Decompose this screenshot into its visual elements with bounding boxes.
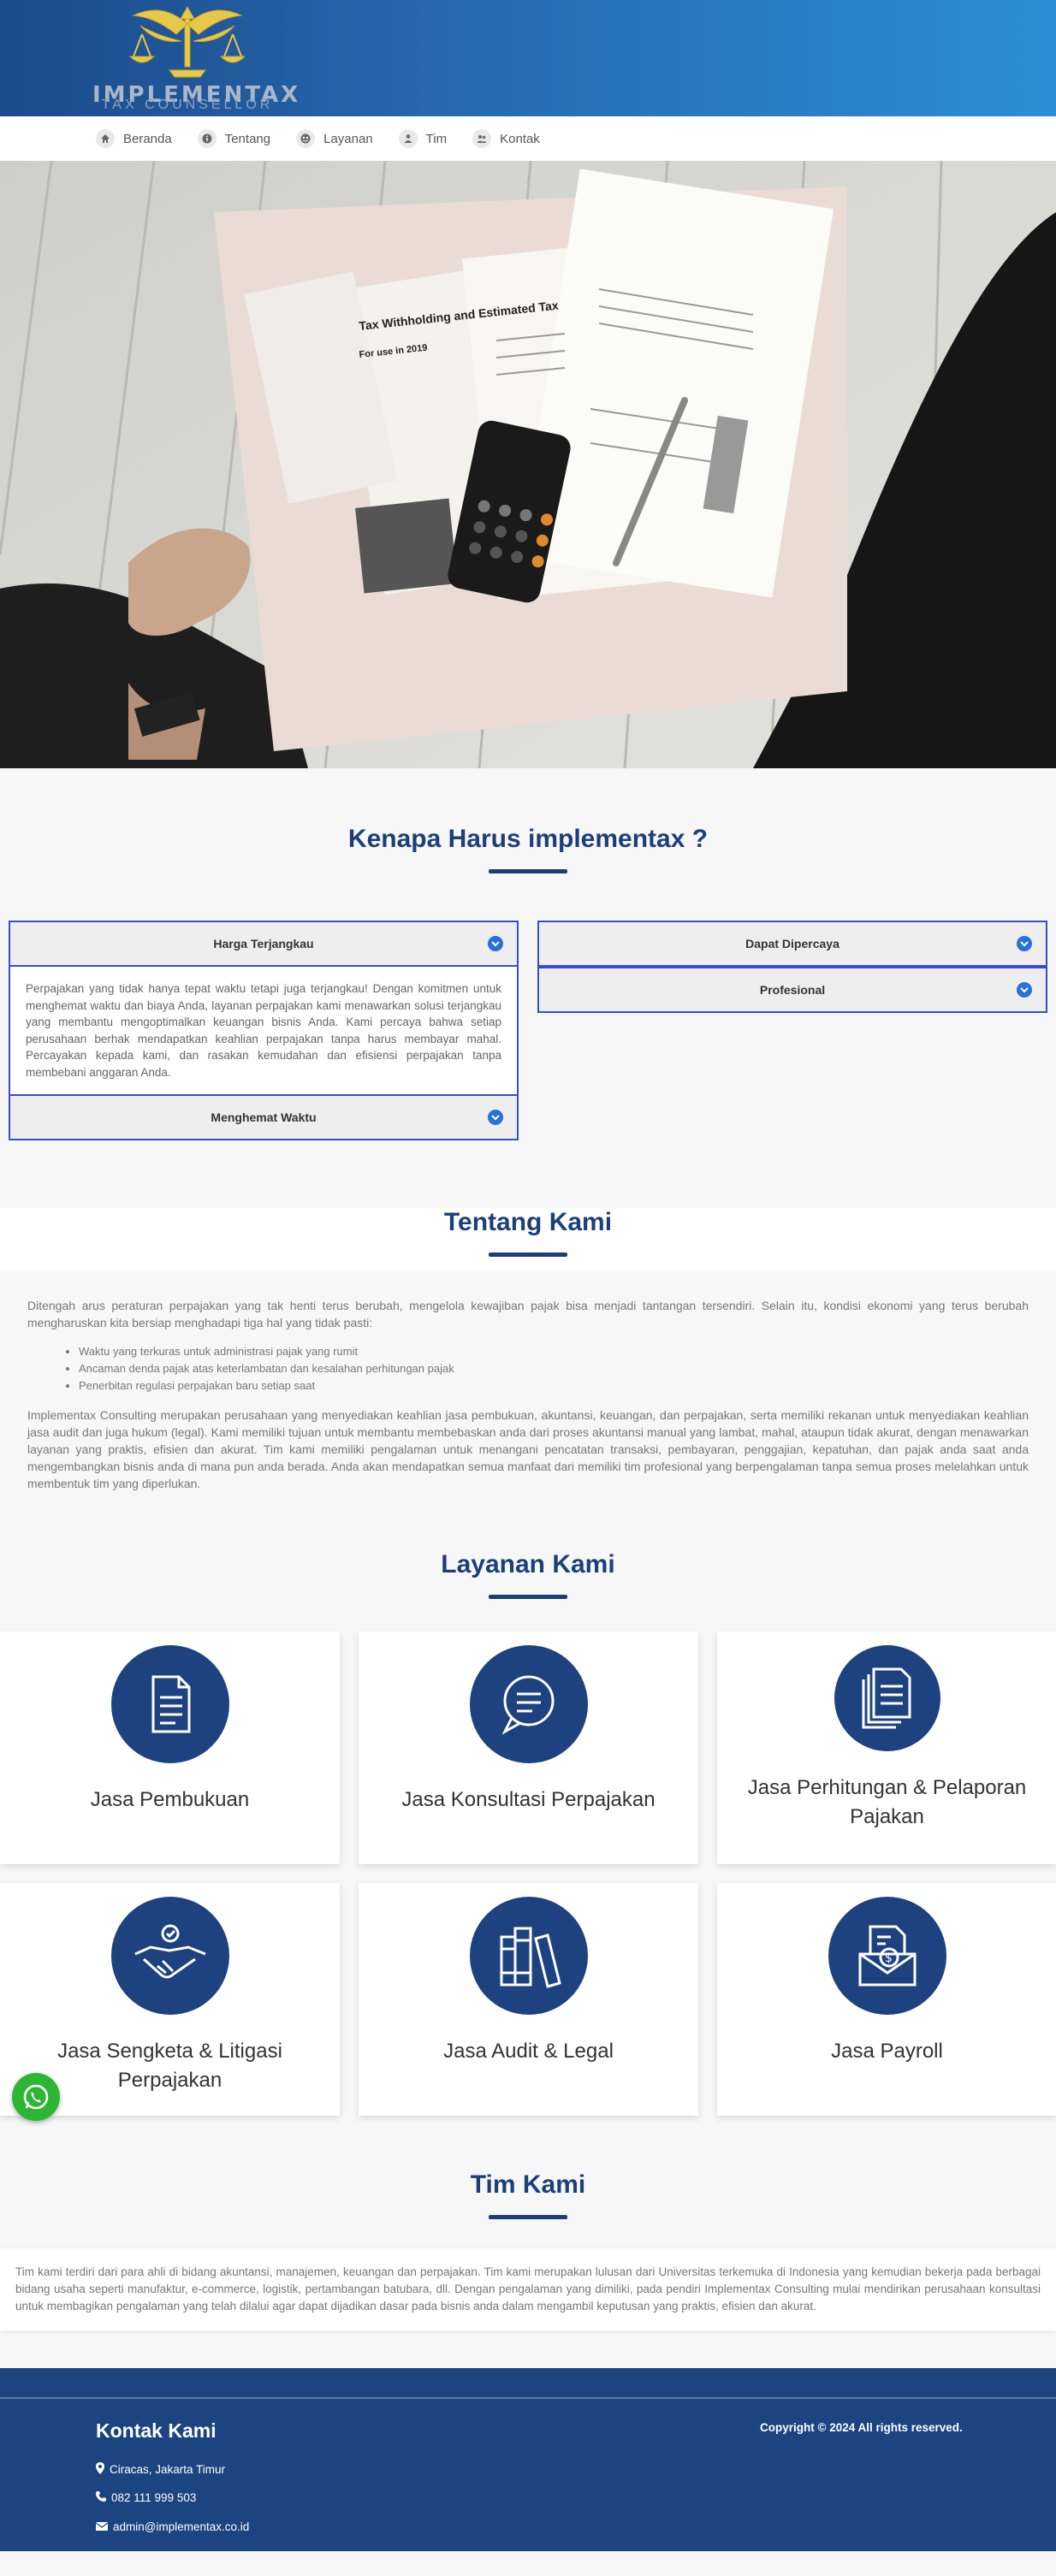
document-icon [110,1645,229,1763]
site-footer: Kontak Kami Copyright © 2024 All rights … [0,2368,1056,2551]
envelope-icon [95,2520,109,2533]
whatsapp-icon [23,2084,49,2110]
service-name: Jasa Audit & Legal [443,2040,614,2063]
copyright: Copyright © 2024 All rights reserved. [760,2421,963,2434]
nav-item-kontak[interactable]: Kontak [472,129,540,148]
service-name: Jasa Payroll [831,2040,943,2063]
footer-phone[interactable]: 082 111 999 503 [96,2491,196,2504]
hero-photo: Tax Withholding and Estimated Tax For us… [0,161,1056,768]
accordion-label: Harga Terjangkau [213,937,314,950]
accordion-body: Perpajakan yang tidak hanya tepat waktu … [9,967,519,1094]
about-title: Tentang Kami [443,1208,613,1236]
handshake-icon [110,1897,229,2015]
service-card-konsultasi[interactable]: Jasa Konsultasi Perpajakan [359,1631,698,1864]
about-points: Waktu yang terkuras untuk administrasi p… [79,1343,1029,1395]
address-text: Ciracas, Jakarta Timur [110,2463,226,2476]
about-header: Tentang Kami [0,1208,1056,1271]
service-name: Jasa Perhitungan & Pelaporan Pajakan [747,1776,1027,1828]
brand-tagline: TAX COUNSELLOR [101,98,274,112]
title-divider [489,1595,567,1599]
site-header: IMPLEMENTAX TAX COUNSELLOR [0,0,1056,116]
phone-icon [96,2491,106,2504]
info-icon [197,129,217,148]
title-divider [489,1252,567,1257]
service-card-perhitungan[interactable]: Jasa Perhitungan & Pelaporan Pajakan [717,1631,1056,1864]
services-icon [296,129,316,148]
nav-label: Layanan [323,131,373,146]
team-description: Tim kami terdiri dari para ahli di bidan… [0,2248,1056,2330]
accordion-profesional[interactable]: Profesional [537,967,1047,1013]
svg-text:$: $ [885,1951,893,1965]
nav-label: Kontak [500,131,540,146]
chevron-down-icon [488,1110,503,1125]
footer-divider [0,2397,1056,2399]
about-body-text: Implementax Consulting merupakan perusah… [27,1408,1029,1490]
about-content: Ditengah arus peraturan perpajakan yang … [0,1271,1056,1492]
service-name: Jasa Konsultasi Perpajakan [401,1788,656,1811]
footer-title: Kontak Kami [96,2419,217,2442]
chevron-down-icon [1017,936,1032,951]
phone-text: 082 111 999 503 [111,2491,197,2504]
list-item: Ancaman denda pajak atas keterlambatan d… [79,1360,1029,1377]
list-item: Penerbitan regulasi perpajakan baru seti… [79,1377,1029,1395]
whatsapp-button[interactable] [12,2073,60,2121]
brand-logo[interactable]: IMPLEMENTAX TAX COUNSELLOR [92,0,298,116]
hero-image: Tax Withholding and Estimated Tax For us… [0,161,1056,768]
nav-label: Beranda [123,131,172,146]
accordion-harga-terjangkau[interactable]: Harga Terjangkau [9,921,519,967]
nav-item-tentang[interactable]: Tentang [197,129,271,148]
about-intro: Ditengah arus peraturan perpajakan yang … [27,1299,1029,1329]
chevron-down-icon [488,936,503,951]
accordion-dapat-dipercaya[interactable]: Dapat Dipercaya [537,921,1047,967]
nav-item-tim[interactable]: Tim [398,129,448,148]
accordion-label: Profesional [759,983,826,997]
footer-email[interactable]: admin@implementax.co.id [95,2520,250,2533]
nav-item-beranda[interactable]: Beranda [96,129,172,148]
title-divider [489,869,567,873]
accordion-right: Dapat Dipercaya Profesional [537,921,1047,1013]
nav-label: Tim [425,131,448,146]
nav-item-layanan[interactable]: Layanan [296,129,373,148]
email-text: admin@implementax.co.id [113,2520,250,2533]
map-pin-icon [96,2462,104,2477]
chevron-down-icon [1017,982,1032,998]
footer-address: Ciracas, Jakarta Timur [96,2462,225,2477]
service-card-payroll[interactable]: $ Jasa Payroll [717,1883,1056,2116]
why-title: Kenapa Harus implementax ? [347,825,709,853]
why-section: Kenapa Harus implementax ? Harga Terjang… [0,768,1056,1208]
accordion-menghemat-waktu[interactable]: Menghemat Waktu [9,1094,519,1140]
service-card-pembukuan[interactable]: Jasa Pembukuan [0,1631,340,1864]
services-grid: Jasa Pembukuan Jasa Konsultasi Perpajaka… [0,1631,1056,2116]
chat-bubble-icon [469,1645,588,1763]
nav-label: Tentang [224,131,271,146]
books-icon [469,1897,588,2015]
service-card-audit[interactable]: Jasa Audit & Legal [359,1883,698,2116]
payroll-envelope-icon: $ [828,1897,946,2015]
home-icon [96,129,115,148]
title-divider [489,2215,567,2219]
accordion-left: Harga Terjangkau Perpajakan yang tidak h… [9,921,519,1140]
main-nav: Beranda Tentang Layanan Tim Kontak [0,116,1056,161]
contact-icon [472,129,492,148]
service-name: Jasa Pembukuan [90,1788,250,1811]
team-icon [398,129,418,148]
documents-stack-icon [834,1645,940,1751]
about-section: Tentang Kami Ditengah arus peraturan per… [0,1208,1056,1492]
services-section: Layanan Kami Jasa Pembukuan Jasa Konsult… [0,1492,1056,2116]
team-section: Tim Kami Tim kami terdiri dari para ahli… [0,2116,1056,2330]
list-item: Waktu yang terkuras untuk administrasi p… [79,1343,1029,1360]
accordion-label: Dapat Dipercaya [745,937,839,950]
team-title: Tim Kami [470,2170,586,2199]
accordion-label: Menghemat Waktu [211,1110,317,1124]
services-title: Layanan Kami [441,1550,615,1578]
scales-eagle-logo-icon [128,5,246,78]
